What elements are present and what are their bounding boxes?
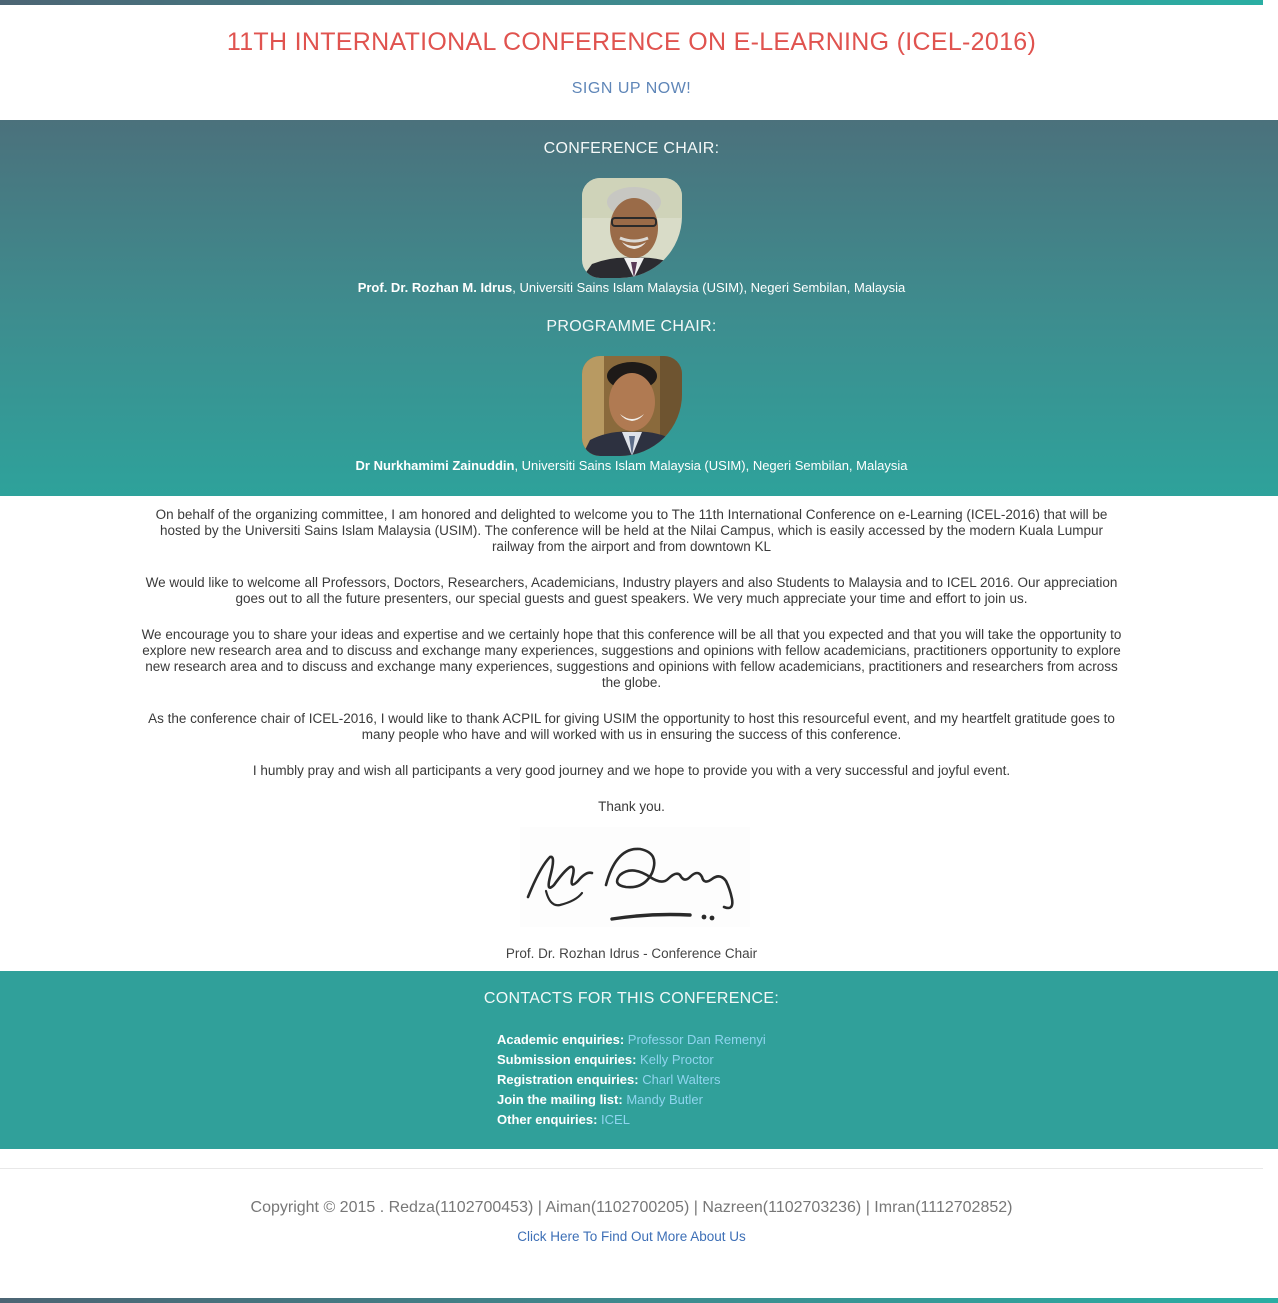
sign-up-link[interactable]: SIGN UP NOW!	[0, 80, 1263, 98]
contact-item: Academic enquiries: Professor Dan Remeny…	[497, 1030, 766, 1050]
contact-link-submission[interactable]: Kelly Proctor	[640, 1052, 714, 1067]
conference-chair-name: Prof. Dr. Rozhan M. Idrus	[357, 280, 513, 295]
contact-item: Join the mailing list: Mandy Butler	[497, 1090, 766, 1110]
contact-label: Submission enquiries:	[497, 1052, 637, 1067]
programme-chair-photo	[582, 356, 682, 456]
programme-chair-affiliation: , Universiti Sains Islam Malaysia (USIM)…	[514, 458, 908, 473]
welcome-paragraph: As the conference chair of ICEL-2016, I …	[148, 711, 1115, 742]
contact-link-mailing-list[interactable]: Mandy Butler	[626, 1092, 703, 1107]
programme-chair-heading: PROGRAMME CHAIR:	[546, 318, 717, 335]
programme-chair-name: Dr Nurkhamimi Zainuddin	[355, 458, 515, 473]
welcome-paragraph: I humbly pray and wish all participants …	[252, 763, 1011, 778]
contact-item: Registration enquiries: Charl Walters	[497, 1070, 766, 1090]
copyright-text: Copyright © 2015 . Redza(1102700453) | A…	[250, 1199, 1013, 1216]
contact-label: Other enquiries:	[497, 1112, 598, 1127]
conference-chair-photo	[582, 178, 682, 278]
welcome-paragraph: We would like to welcome all Professors,…	[145, 575, 1118, 606]
signature-caption: Prof. Dr. Rozhan Idrus - Conference Chai…	[505, 946, 758, 961]
page-title: 11TH INTERNATIONAL CONFERENCE ON E-LEARN…	[226, 28, 1037, 56]
contact-link-registration[interactable]: Charl Walters	[642, 1072, 720, 1087]
thank-you-text: Thank you.	[598, 799, 665, 814]
about-us-link[interactable]: Click Here To Find Out More About Us	[0, 1229, 1263, 1244]
footer-divider	[0, 1168, 1263, 1169]
welcome-message: On behalf of the organizing committee, I…	[140, 507, 1123, 835]
welcome-paragraph: On behalf of the organizing committee, I…	[155, 507, 1108, 554]
bottom-accent-bar	[0, 1298, 1278, 1303]
contacts-section: CONTACTS FOR THIS CONFERENCE: Academic e…	[0, 971, 1278, 1149]
contacts-heading: CONTACTS FOR THIS CONFERENCE:	[483, 990, 780, 1007]
conference-chair-affiliation: , Universiti Sains Islam Malaysia (USIM)…	[512, 280, 906, 295]
welcome-paragraph: We encourage you to share your ideas and…	[141, 627, 1122, 690]
conference-chair-name-line: Prof. Dr. Rozhan M. Idrus, Universiti Sa…	[0, 280, 1263, 295]
contact-label: Academic enquiries:	[497, 1032, 625, 1047]
programme-chair-name-line: Dr Nurkhamimi Zainuddin, Universiti Sain…	[0, 458, 1263, 473]
contact-list: Academic enquiries: Professor Dan Remeny…	[497, 1030, 766, 1130]
conference-chair-heading: CONFERENCE CHAIR:	[543, 140, 720, 157]
contact-item: Other enquiries: ICEL	[497, 1110, 766, 1130]
contact-label: Join the mailing list:	[497, 1092, 623, 1107]
top-accent-bar	[0, 0, 1263, 5]
contact-link-academic[interactable]: Professor Dan Remenyi	[628, 1032, 766, 1047]
contact-link-other[interactable]: ICEL	[601, 1112, 630, 1127]
contact-label: Registration enquiries:	[497, 1072, 639, 1087]
chairs-section: CONFERENCE CHAIR: Prof. Dr. Rozhan M. Id…	[0, 120, 1278, 496]
signature-image	[520, 827, 750, 927]
contact-item: Submission enquiries: Kelly Proctor	[497, 1050, 766, 1070]
